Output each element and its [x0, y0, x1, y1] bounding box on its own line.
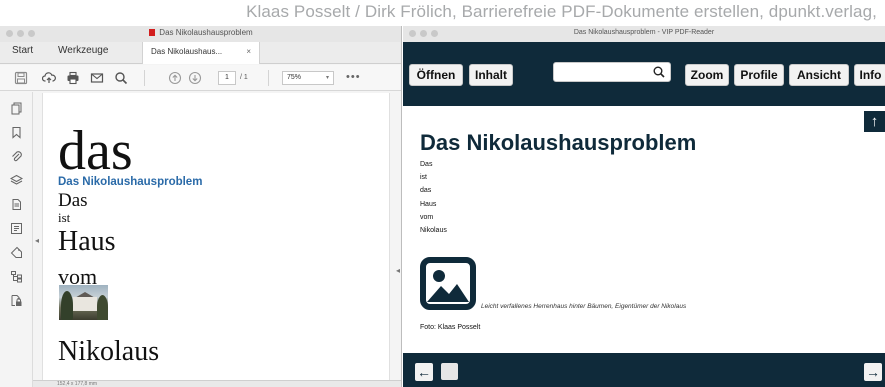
collapse-right-icon[interactable]: ◂ — [396, 266, 400, 275]
save-icon[interactable] — [14, 71, 28, 85]
photo-credit: Foto: Klaas Posselt — [420, 324, 481, 331]
tab-close-icon[interactable]: × — [246, 47, 251, 56]
page-big-word: das — [58, 120, 133, 182]
content-button[interactable]: Inhalt — [469, 64, 513, 86]
page-word-ist: ist — [58, 210, 71, 225]
pages-thumbnail-icon[interactable] — [10, 102, 23, 115]
info-button[interactable]: Info — [854, 64, 885, 86]
tab-start[interactable]: Start — [12, 45, 33, 56]
image-caption: Leicht verfallenes Herrenhaus hinter Bäu… — [481, 303, 687, 310]
tab-werkzeuge[interactable]: Werkzeuge — [58, 45, 108, 56]
navigation-rail — [0, 92, 33, 387]
profile-button[interactable]: Profile — [734, 64, 784, 86]
acrobat-window: Das Nikolaushausproblem Start Werkzeuge … — [0, 26, 402, 387]
bookmark-icon[interactable] — [10, 126, 23, 139]
page-up-icon[interactable] — [168, 71, 182, 85]
vip-heading: Das Nikolaushausproblem — [420, 130, 697, 155]
content-structure-icon[interactable] — [10, 222, 23, 235]
collapse-left-icon[interactable]: ◂ — [35, 236, 39, 245]
chevron-down-icon: ▾ — [325, 75, 329, 81]
photo-tree — [97, 295, 108, 320]
tab-document[interactable]: Das Nikolaushaus... × — [142, 42, 260, 64]
vip-titlebar: Das Nikolaushausproblem - VIP PDF-Reader — [403, 26, 885, 42]
screenshot-root: Klaas Posselt / Dirk Frölich, Barrierefr… — [0, 0, 885, 387]
acrobat-statusbar: 152,4 x 177,8 mm — [33, 380, 401, 387]
vip-window-title: Das Nikolaushausproblem - VIP PDF-Reader — [573, 29, 715, 36]
photo-house — [73, 297, 97, 311]
acrobat-toolbar: 1 / 1 75% ▾ ••• — [0, 65, 401, 91]
list-item: vom — [420, 213, 434, 221]
list-item: ist — [420, 174, 427, 182]
print-icon[interactable] — [66, 71, 80, 85]
page-number-input[interactable]: 1 — [218, 71, 236, 85]
vip-word-list: Das ist das Haus vom Nikolaus — [420, 158, 447, 237]
tag-icon[interactable] — [10, 246, 23, 259]
list-item: Haus — [420, 200, 437, 208]
pdf-icon — [149, 29, 156, 36]
document-icon[interactable] — [10, 198, 23, 211]
order-tree-icon[interactable] — [10, 270, 23, 283]
lock-document-icon[interactable] — [10, 294, 23, 307]
search-input[interactable] — [553, 62, 671, 82]
page-heading: Das Nikolaushausproblem — [58, 176, 203, 188]
pdf-page: das Das Nikolaushausproblem Das ist Haus… — [42, 93, 390, 383]
zoom-button[interactable]: Zoom — [685, 64, 729, 86]
page-total: / 1 — [240, 74, 248, 81]
photo-tree — [61, 291, 73, 320]
house-photo — [59, 285, 108, 320]
acrobat-titlebar: Das Nikolaushausproblem — [0, 26, 401, 42]
page-size-label: 152,4 x 177,8 mm — [57, 381, 98, 387]
layers-icon[interactable] — [9, 174, 24, 187]
acrobat-window-title: Das Nikolaushausproblem — [0, 28, 401, 37]
page-down-icon[interactable] — [188, 71, 202, 85]
page-word-das: Das — [58, 190, 88, 211]
upload-cloud-icon[interactable] — [41, 71, 56, 85]
list-item: das — [420, 187, 432, 195]
zoom-value: 75% — [287, 74, 302, 81]
list-item: Das — [420, 161, 433, 168]
vip-toolbar: Öffnen Inhalt Zoom Profile Ansicht Info — [403, 42, 885, 106]
search-icon[interactable] — [652, 65, 666, 79]
toolbar-divider — [144, 70, 145, 86]
toolbar-divider — [268, 70, 269, 86]
scroll-up-button[interactable]: ↑ — [864, 111, 885, 132]
acrobat-tabbar: Start Werkzeuge Das Nikolaushaus... × — [0, 42, 401, 64]
more-tools-icon[interactable]: ••• — [346, 71, 361, 83]
list-item: Nikolaus — [420, 227, 447, 235]
search-icon[interactable] — [114, 71, 128, 85]
book-credit: Klaas Posselt / Dirk Frölich, Barrierefr… — [246, 2, 877, 21]
tab-document-label: Das Nikolaushaus... — [151, 47, 223, 56]
page-word-haus: Haus — [58, 226, 116, 257]
mail-icon[interactable] — [90, 71, 104, 85]
open-button[interactable]: Öffnen — [409, 64, 463, 86]
previous-page-button[interactable]: ← — [415, 363, 433, 381]
vip-reader-window: Das Nikolaushausproblem - VIP PDF-Reader… — [403, 26, 885, 387]
acrobat-window-title-text: Das Nikolaushausproblem — [159, 28, 253, 37]
image-placeholder-icon — [420, 257, 476, 310]
page-word-nikolaus: Nikolaus — [58, 336, 160, 367]
stop-button[interactable] — [441, 363, 458, 380]
vip-footer: ← → — [403, 353, 885, 387]
zoom-select[interactable]: 75% ▾ — [282, 71, 334, 85]
attachment-icon[interactable] — [10, 150, 23, 163]
next-page-button[interactable]: → — [864, 363, 882, 381]
view-button[interactable]: Ansicht — [789, 64, 849, 86]
